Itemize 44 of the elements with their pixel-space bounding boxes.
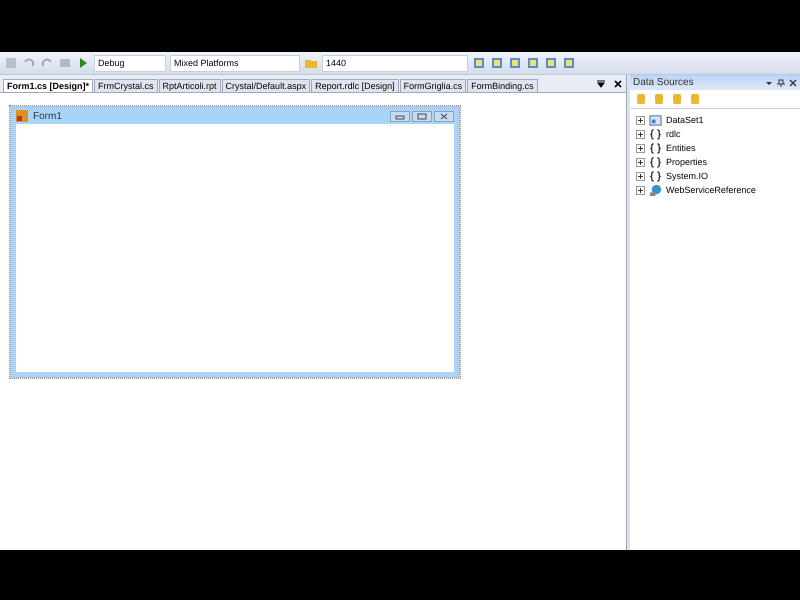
form-icon: [16, 110, 28, 122]
minimize-button[interactable]: [390, 110, 410, 122]
globe-icon: [649, 184, 662, 196]
expand-icon[interactable]: [636, 144, 645, 152]
expand-icon[interactable]: [636, 186, 645, 194]
close-icon[interactable]: [614, 80, 622, 88]
configuration-dropdown[interactable]: Debug: [94, 54, 166, 72]
document-tab[interactable]: Report.rdlc [Design]: [311, 79, 399, 92]
document-tab[interactable]: Form1.cs [Design]*: [3, 79, 94, 92]
document-tab[interactable]: FrmCrystal.cs: [94, 79, 158, 92]
braces-icon: [649, 142, 662, 154]
document-tab[interactable]: RptArticoli.rpt: [158, 79, 221, 92]
toolbar-tool-icon[interactable]: [472, 56, 486, 70]
tab-list-icon[interactable]: [597, 80, 605, 88]
toolbar-tool-icon[interactable]: [508, 56, 522, 70]
panel-title: Data Sources: [633, 77, 694, 88]
toolbar-tool-icon[interactable]: [490, 56, 504, 70]
tree-item[interactable]: DataSet1: [666, 115, 704, 125]
tree-item[interactable]: WebServiceReference: [666, 185, 756, 195]
expand-icon[interactable]: [636, 116, 645, 124]
dataset-icon: [649, 114, 662, 126]
toolbar-tool-icon[interactable]: [526, 56, 540, 70]
document-tab[interactable]: FormBinding.cs: [467, 79, 538, 92]
close-icon[interactable]: [789, 78, 797, 86]
pin-icon[interactable]: [777, 78, 785, 86]
toolbar-tool-icon[interactable]: [562, 56, 576, 70]
tree-item[interactable]: Properties: [666, 157, 708, 167]
form-title: Form1: [33, 110, 62, 122]
expand-icon[interactable]: [636, 158, 645, 166]
braces-icon: [649, 170, 662, 182]
braces-icon: [649, 156, 662, 168]
maximize-button[interactable]: [412, 110, 432, 122]
expand-icon[interactable]: [636, 172, 645, 180]
expand-icon[interactable]: [636, 130, 645, 138]
platform-dropdown[interactable]: Mixed Platforms: [170, 54, 300, 72]
document-tab[interactable]: FormGriglia.cs: [400, 79, 466, 92]
tree-item[interactable]: Entities: [666, 143, 696, 153]
close-button[interactable]: [434, 110, 454, 122]
tree-item[interactable]: rdlc: [666, 129, 681, 139]
tree-item[interactable]: System.IO: [666, 171, 708, 181]
document-tab[interactable]: Crystal/Default.aspx: [222, 79, 310, 92]
find-field[interactable]: 1440: [322, 54, 468, 72]
toolbar-tool-icon[interactable]: [544, 56, 558, 70]
braces-icon: [649, 128, 662, 140]
